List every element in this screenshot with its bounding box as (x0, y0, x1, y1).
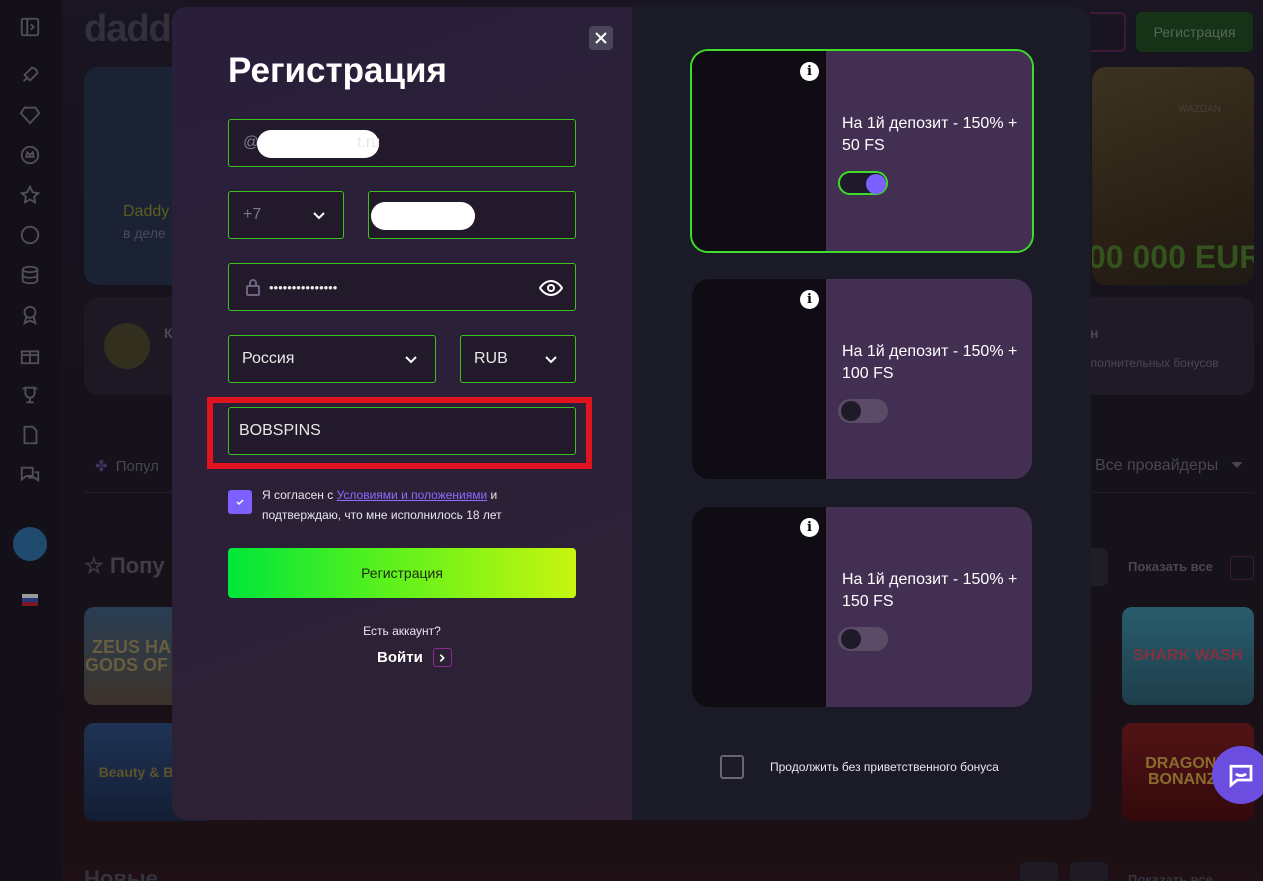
chevron-down-icon (403, 352, 419, 368)
password-value: ••••••••••••••• (269, 279, 338, 295)
promo-code-input[interactable]: BOBSPINS (228, 407, 576, 455)
bonus-text: На 1й депозит - 150% + 50 FS (842, 115, 1018, 154)
close-icon[interactable] (589, 26, 613, 50)
bonus-toggle[interactable] (838, 627, 888, 651)
bonus-toggle[interactable] (838, 399, 888, 423)
country-select[interactable]: Россия (228, 335, 436, 383)
bonus-option-1[interactable]: На 1й депозит - 150% + 50 FS i (690, 49, 1034, 253)
info-icon[interactable]: i (800, 518, 819, 537)
login-link[interactable]: Войти (377, 648, 452, 667)
bonus-text: На 1й депозит - 150% + 150 FS (842, 571, 1018, 610)
bonus-body: На 1й депозит - 150% + 100 FS (826, 279, 1032, 479)
chevron-down-icon (543, 352, 559, 368)
toggle-knob (866, 174, 886, 194)
chevron-right-icon (432, 648, 452, 667)
info-icon[interactable]: i (800, 290, 819, 309)
no-bonus-label: Продолжить без приветственного бонуса (770, 760, 999, 774)
toggle-knob (841, 629, 861, 649)
currency-select[interactable]: RUB (460, 335, 576, 383)
bonus-option-3[interactable]: На 1й депозит - 150% + 150 FS i (692, 507, 1032, 707)
terms-link[interactable]: Условиями и положениями (337, 488, 488, 502)
no-bonus-checkbox[interactable] (720, 755, 744, 779)
register-button[interactable]: Регистрация (228, 548, 576, 598)
toggle-knob (841, 401, 861, 421)
eye-icon[interactable] (538, 276, 564, 300)
email-visible-suffix: t.ru (357, 134, 381, 151)
bonus-image (692, 51, 826, 251)
phone-number-input[interactable] (368, 191, 576, 239)
bonus-image (692, 507, 826, 707)
bonus-image (692, 279, 826, 479)
password-field[interactable]: ••••••••••••••• (228, 263, 576, 311)
bonus-text: На 1й депозит - 150% + 100 FS (842, 343, 1018, 382)
consent-text: Я согласен с Условиями и положениями и п… (262, 488, 502, 522)
phone-code-select[interactable]: +7 (228, 191, 344, 239)
bonus-toggle[interactable] (838, 171, 888, 195)
info-icon[interactable]: i (800, 62, 819, 81)
bonus-body: На 1й депозит - 150% + 150 FS (826, 507, 1032, 707)
chevron-down-icon (311, 208, 327, 224)
consent-checkbox[interactable] (228, 490, 252, 514)
support-chat-button[interactable] (1212, 746, 1263, 804)
registration-form-panel: Регистрация @ t.ru +7 ••••••••••••••• Ро… (172, 7, 632, 820)
modal-title: Регистрация (228, 51, 447, 90)
redacted-mark (371, 202, 475, 230)
email-field[interactable]: @ t.ru (228, 119, 576, 167)
lock-icon (245, 278, 261, 296)
bonus-body: На 1й депозит - 150% + 50 FS (826, 51, 1032, 251)
have-account-text: Есть аккаунт? (363, 624, 441, 638)
bonus-option-2[interactable]: На 1й депозит - 150% + 100 FS i (692, 279, 1032, 479)
